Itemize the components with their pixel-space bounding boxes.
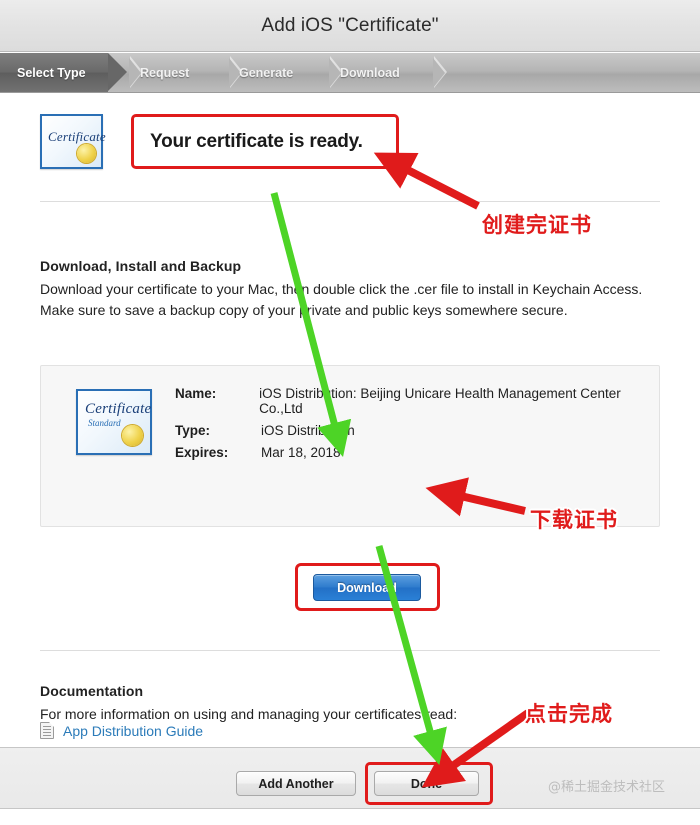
certificate-ready-message: Your certificate is ready. xyxy=(150,130,363,152)
step-separator-4 xyxy=(433,56,448,89)
add-another-button[interactable]: Add Another xyxy=(236,771,356,796)
certificate-standard-icon: Certificate Standard xyxy=(76,389,152,455)
certificate-icon: Certificate xyxy=(40,114,106,169)
certificate-standard-sub: Standard xyxy=(88,418,121,428)
certificate-type-label: Type: xyxy=(175,423,211,438)
step-request-label: Request xyxy=(140,65,190,80)
certificate-icon-word: Certificate xyxy=(48,129,106,144)
step-request[interactable]: Request xyxy=(140,53,189,92)
certificate-type-value: iOS Distribution xyxy=(261,423,355,438)
divider-top xyxy=(40,201,660,202)
certificate-ready-banner: Your certificate is ready. xyxy=(131,114,399,169)
download-section-heading: Download, Install and Backup xyxy=(40,258,242,274)
certificate-ready-row: Certificate Your certificate is ready. xyxy=(40,114,399,169)
document-icon xyxy=(40,722,54,739)
certificate-expires-label: Expires: xyxy=(175,445,229,460)
certificate-detail-panel: Certificate Standard Name: iOS Distribut… xyxy=(40,365,660,527)
step-select-type[interactable]: Select Type xyxy=(0,53,127,92)
window-titlebar: Add iOS "Certificate" xyxy=(0,0,700,52)
documentation-link-row[interactable]: App Distribution Guide xyxy=(40,722,203,739)
certificate-expires-value: Mar 18, 2018 xyxy=(261,445,341,460)
wizard-stepbar: Select Type Request Generate Download xyxy=(0,53,700,93)
step-download[interactable]: Download xyxy=(340,53,400,92)
page-title: Add iOS "Certificate" xyxy=(261,14,439,36)
certificate-field-row: Name: iOS Distribution: Beijing Unicare … xyxy=(175,386,659,416)
certificate-fields: Name: iOS Distribution: Beijing Unicare … xyxy=(175,386,659,467)
divider-bottom xyxy=(40,650,660,651)
download-button[interactable]: Download xyxy=(313,574,421,601)
step-select-type-label: Select Type xyxy=(17,65,86,80)
window-footer: Add Another Done @稀土掘金技术社区 xyxy=(0,747,700,809)
step-generate-label: Generate xyxy=(239,65,294,80)
certificate-detail-icon: Certificate Standard xyxy=(76,389,152,455)
certificate-field-row: Expires: Mar 18, 2018 xyxy=(175,445,659,460)
watermark: @稀土掘金技术社区 xyxy=(548,780,666,795)
certificate-seal-icon xyxy=(77,144,96,163)
certificate-name-label: Name: xyxy=(175,386,217,401)
done-button-highlight xyxy=(365,762,493,805)
add-certificate-window: Add iOS "Certificate" Select Type Reques… xyxy=(0,0,700,825)
documentation-heading: Documentation xyxy=(40,683,144,699)
download-section-body: Download your certificate to your Mac, t… xyxy=(40,281,643,318)
certificate-field-row: Type: iOS Distribution xyxy=(175,423,659,438)
step-download-label: Download xyxy=(340,65,400,80)
main-content: Certificate Your certificate is ready. D… xyxy=(0,93,700,747)
certificate-standard-seal-icon xyxy=(122,425,143,446)
app-distribution-guide-link[interactable]: App Distribution Guide xyxy=(63,723,203,739)
step-generate[interactable]: Generate xyxy=(239,53,293,92)
certificate-standard-word: Certificate xyxy=(85,401,152,417)
certificate-name-value: iOS Distribution: Beijing Unicare Health… xyxy=(259,386,621,416)
